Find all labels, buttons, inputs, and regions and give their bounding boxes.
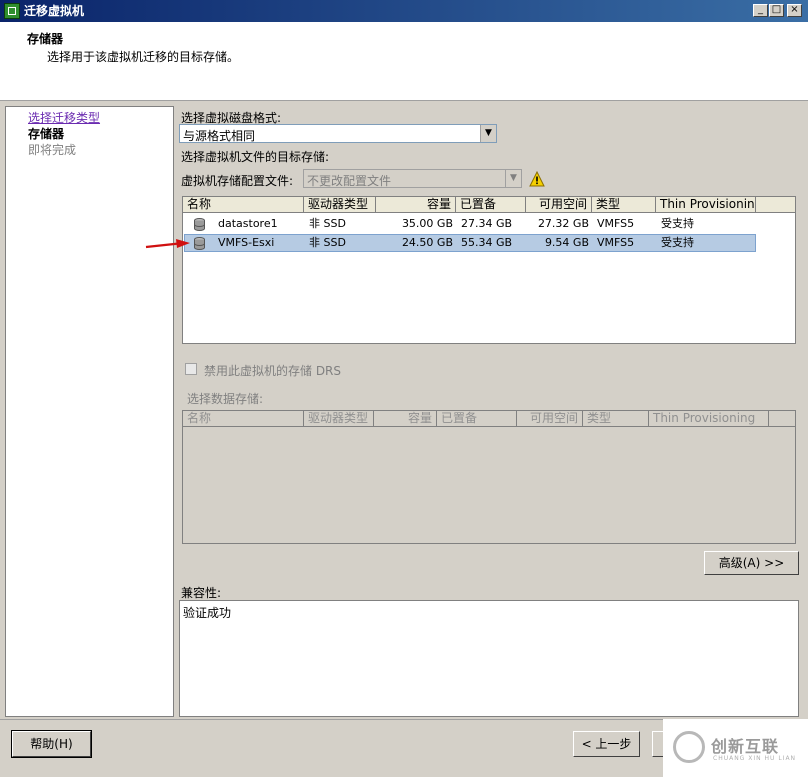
column-header-free-space[interactable]: 可用空间	[526, 197, 592, 213]
watermark-logo: 创新互联 CHUANG XIN HU LIAN	[663, 719, 808, 777]
column-header-provisioned: 已置备	[437, 411, 517, 427]
select-datastore-table[interactable]: 名称 驱动器类型 容量 已置备 可用空间 类型 Thin Provisionin…	[182, 410, 796, 544]
cell-capacity: 35.00 GB	[401, 217, 453, 230]
column-header-thin-provisioning: Thin Provisioning	[649, 411, 769, 427]
step-ready-to-complete: 即将完成	[28, 143, 77, 157]
column-header-name[interactable]: 名称	[183, 197, 304, 213]
cell-type: VMFS5	[597, 217, 635, 230]
cell-type: VMFS5	[597, 236, 635, 249]
app-icon	[4, 3, 20, 19]
column-header-free-space: 可用空间	[517, 411, 583, 427]
cell-capacity: 24.50 GB	[401, 236, 453, 249]
cell-thin-provisioning: 受支持	[661, 236, 694, 249]
select-datastore-label: 选择数据存储:	[187, 392, 264, 406]
compatibility-box: 验证成功	[179, 600, 799, 717]
target-storage-label: 选择虚拟机文件的目标存储:	[181, 150, 330, 164]
chevron-down-icon[interactable]: ▼	[480, 125, 496, 142]
datastore-table[interactable]: 名称 驱动器类型 容量 已置备 可用空间 类型 Thin Provisionin…	[182, 196, 796, 344]
compatibility-value: 验证成功	[183, 606, 232, 620]
help-button[interactable]: 帮助(H)	[11, 730, 92, 758]
watermark-icon	[673, 731, 705, 763]
wizard-steps-panel: 选择迁移类型 存储器 即将完成	[5, 106, 174, 717]
step-storage: 存储器	[28, 127, 65, 141]
column-header-thin-provisioning[interactable]: Thin Provisioning	[656, 197, 756, 213]
column-header-drive-type: 驱动器类型	[304, 411, 374, 427]
chevron-down-icon[interactable]: ▼	[505, 170, 521, 187]
disk-format-select[interactable]: 与源格式相同 ▼	[179, 124, 497, 143]
back-button[interactable]: < 上一步	[573, 731, 640, 757]
minimize-button[interactable]: _	[753, 4, 768, 17]
watermark-text: 创新互联	[711, 737, 780, 756]
page-description: 选择用于该虚拟机迁移的目标存储。	[47, 50, 240, 64]
column-header-name: 名称	[183, 411, 304, 427]
datastore-icon	[194, 237, 205, 250]
cell-thin-provisioning: 受支持	[661, 217, 694, 230]
table-row[interactable]: datastore1 非 SSD 35.00 GB 27.34 GB 27.32…	[184, 215, 756, 233]
maximize-button[interactable]: □	[769, 4, 784, 17]
disable-drs-checkbox[interactable]	[185, 363, 197, 375]
cell-name: VMFS-Esxi	[218, 236, 275, 249]
column-header-type[interactable]: 类型	[592, 197, 656, 213]
column-header-drive-type[interactable]: 驱动器类型	[304, 197, 376, 213]
page-title: 存储器	[27, 32, 64, 46]
wizard-header: 存储器 选择用于该虚拟机迁移的目标存储。	[0, 22, 808, 101]
table-row-selected[interactable]: VMFS-Esxi 非 SSD 24.50 GB 55.34 GB 9.54 G…	[184, 234, 756, 252]
storage-profile-select[interactable]: 不更改配置文件 ▼	[303, 169, 522, 188]
column-header-provisioned[interactable]: 已置备	[456, 197, 526, 213]
column-header-type: 类型	[583, 411, 649, 427]
column-header-filler	[756, 197, 795, 213]
window-title: 迁移虚拟机	[24, 4, 85, 18]
cell-free-space: 9.54 GB	[544, 236, 589, 249]
compatibility-label: 兼容性:	[181, 586, 222, 600]
warning-icon	[529, 171, 545, 187]
storage-profile-label: 虚拟机存储配置文件:	[181, 174, 294, 188]
cell-free-space: 27.32 GB	[537, 217, 589, 230]
title-bar[interactable]: 迁移虚拟机 _ □ ×	[0, 0, 808, 22]
advanced-button[interactable]: 高级(A) >>	[704, 551, 799, 575]
cell-drive-type: 非 SSD	[309, 217, 346, 230]
close-button[interactable]: ×	[787, 4, 802, 17]
disk-format-value: 与源格式相同	[183, 129, 256, 143]
step-select-migration-type[interactable]: 选择迁移类型	[28, 109, 100, 126]
storage-profile-value: 不更改配置文件	[307, 174, 392, 188]
column-header-filler	[769, 411, 795, 427]
column-header-capacity: 容量	[374, 411, 437, 427]
cell-provisioned: 27.34 GB	[461, 217, 513, 230]
red-arrow-icon	[145, 239, 190, 249]
cell-name: datastore1	[218, 217, 278, 230]
watermark-subtext: CHUANG XIN HU LIAN	[713, 755, 797, 762]
column-header-capacity[interactable]: 容量	[376, 197, 456, 213]
datastore-icon	[194, 218, 205, 231]
cell-drive-type: 非 SSD	[309, 236, 346, 249]
disable-drs-label: 禁用此虚拟机的存储 DRS	[204, 364, 342, 378]
cell-provisioned: 55.34 GB	[461, 236, 513, 249]
